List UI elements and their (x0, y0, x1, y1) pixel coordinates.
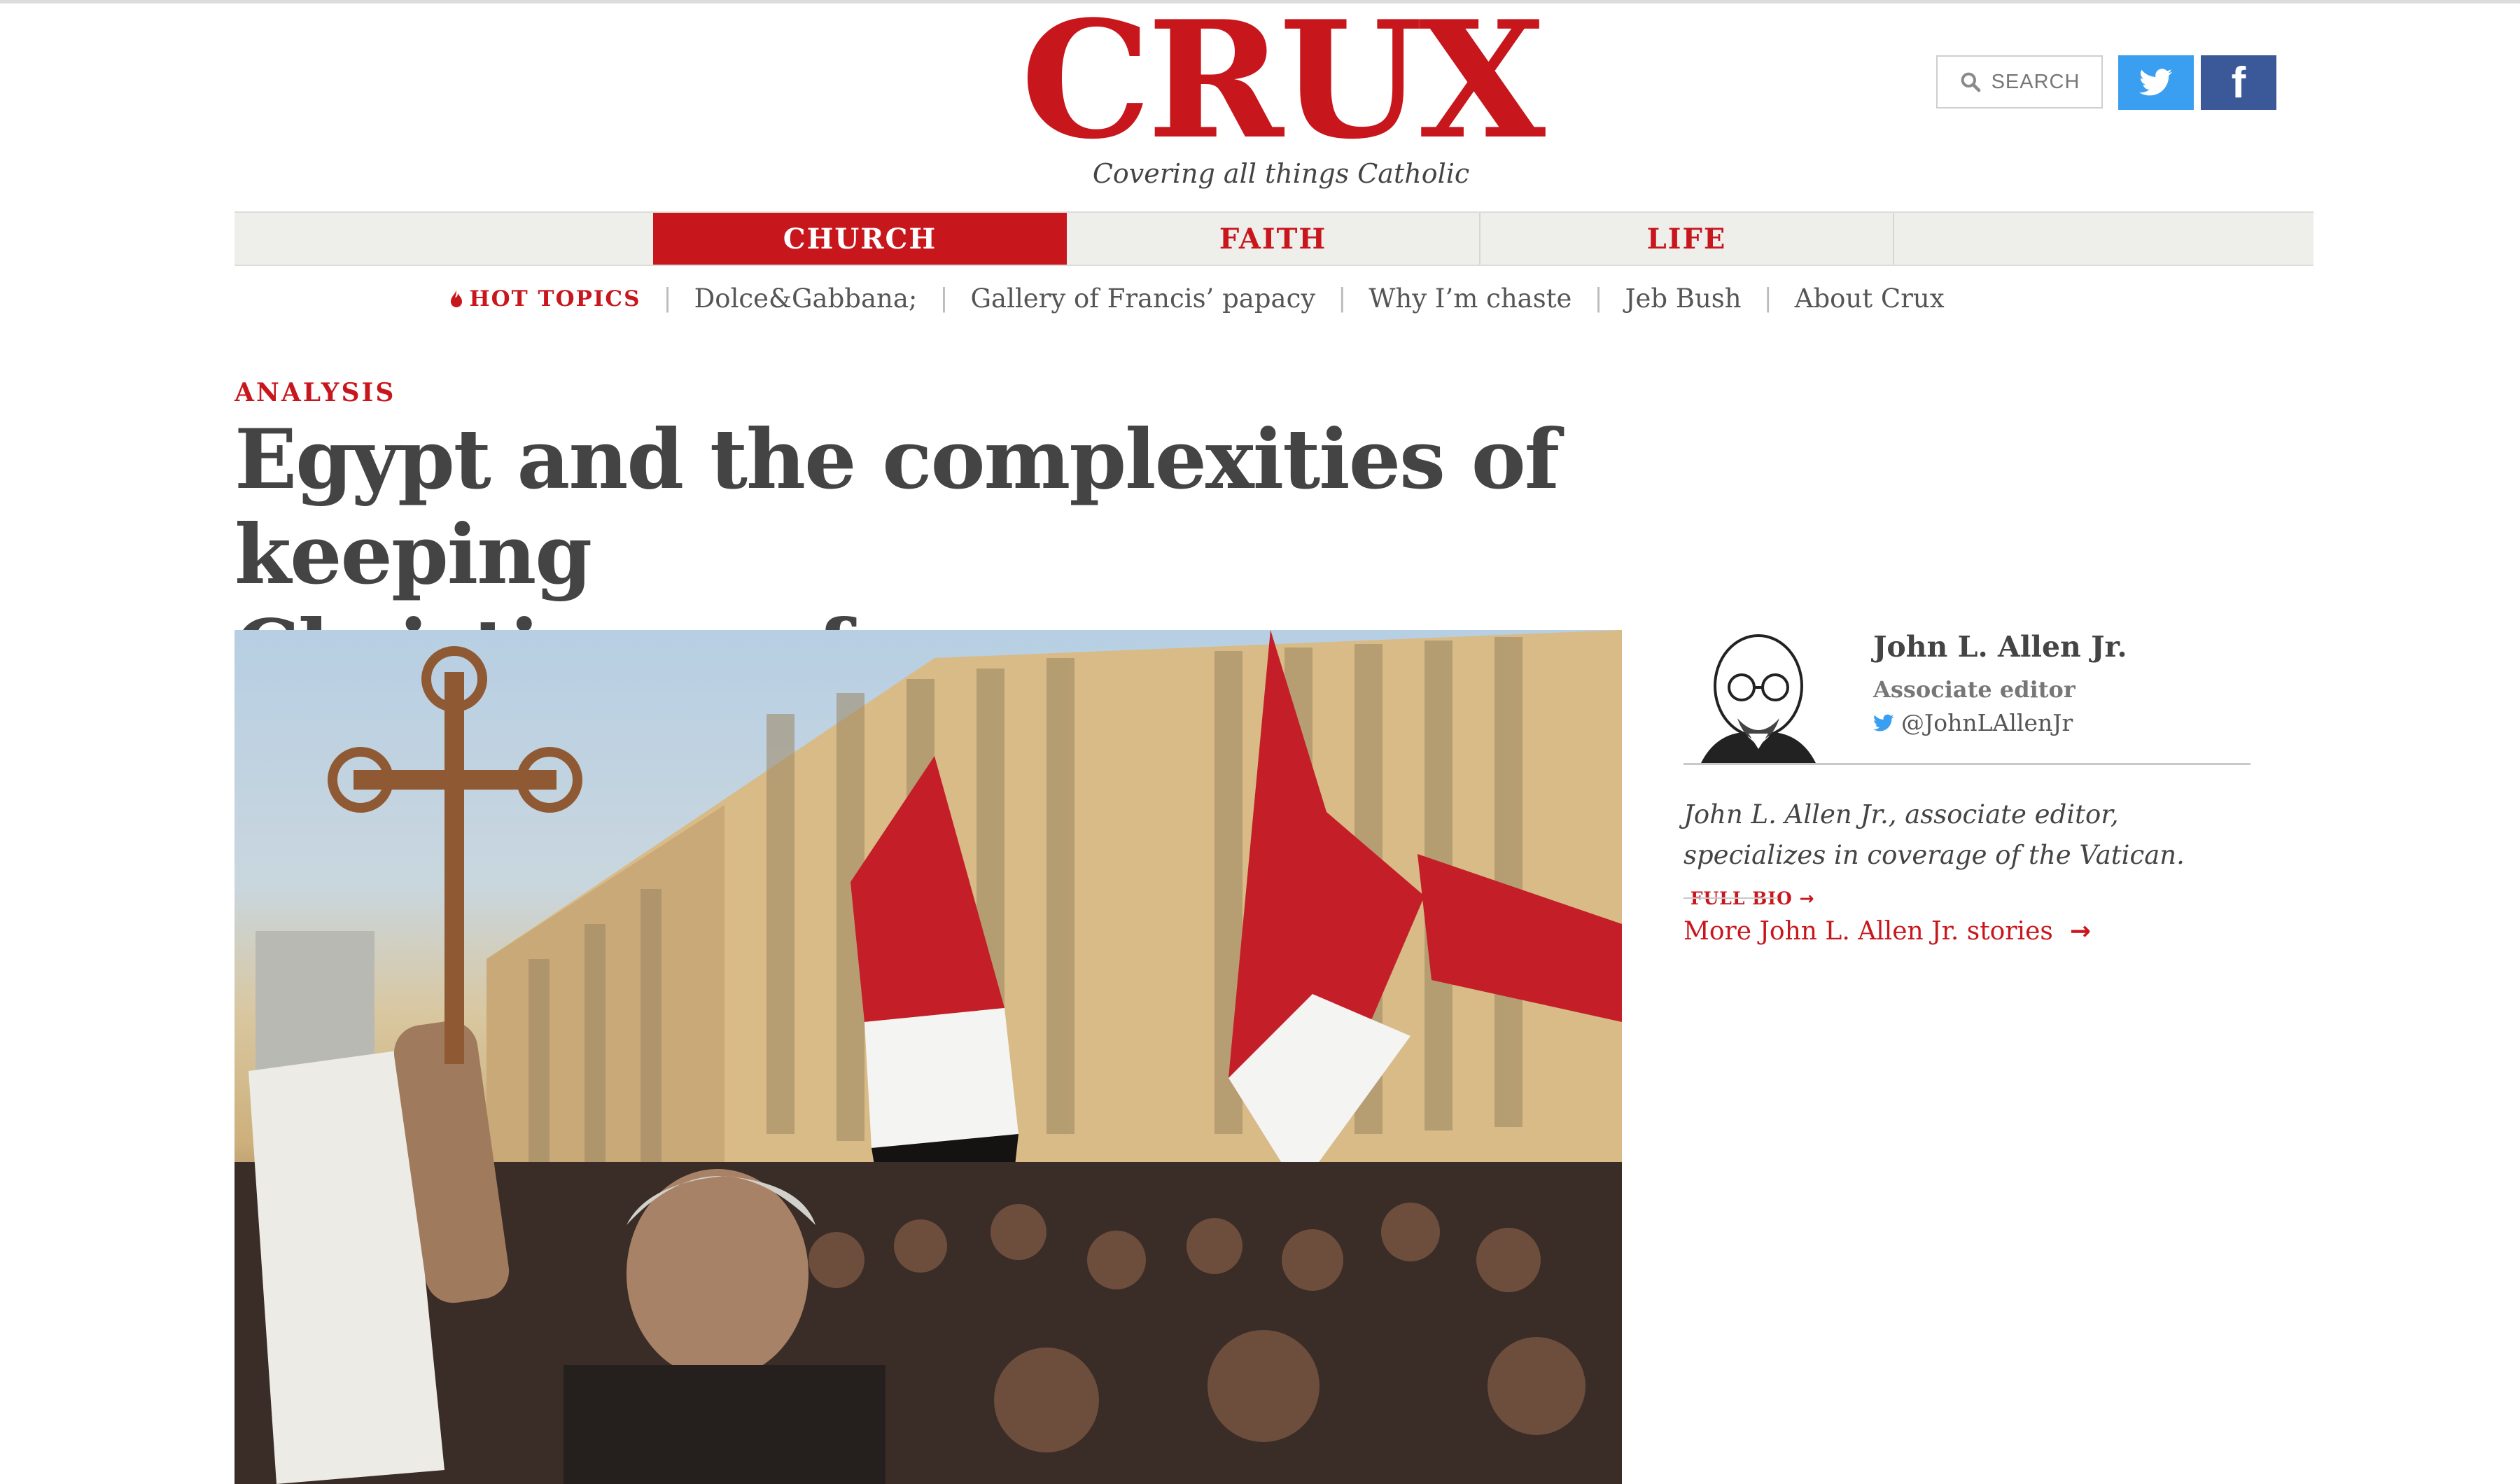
twitter-bird-icon (2139, 69, 2173, 96)
divider (1684, 897, 1778, 899)
divider: | (1594, 284, 1603, 313)
article-kicker[interactable]: ANALYSIS (234, 378, 396, 407)
author-handle-text: @JohnLAllenJr (1901, 709, 2073, 736)
author-twitter-link[interactable]: @JohnLAllenJr (1873, 709, 2073, 736)
hot-topic-link[interactable]: Dolce&Gabbana; (694, 284, 918, 314)
hero-photo-illustration (234, 630, 1622, 1484)
logo-wordmark[interactable]: CRUX (1002, 0, 1560, 161)
more-stories-link[interactable]: More John L. Allen Jr. stories → (1684, 917, 2091, 946)
tab-faith[interactable]: FAITH (1067, 213, 1480, 265)
facebook-icon: f (2231, 58, 2246, 107)
author-role: Associate editor (1873, 676, 2076, 703)
hero-photo[interactable] (234, 630, 1622, 1484)
arrow-right-icon: → (2061, 917, 2092, 946)
search-button[interactable]: SEARCH (1936, 55, 2103, 108)
hot-topics-bar: HOT TOPICS | Dolce&Gabbana; | Gallery of… (0, 284, 2520, 314)
site-logo[interactable]: CRUX Covering all things Catholic (1008, 0, 1554, 189)
tab-church[interactable]: CHURCH (653, 213, 1067, 265)
search-label: SEARCH (1991, 70, 2080, 93)
main-nav: CHURCH FAITH LIFE (234, 211, 2314, 266)
divider (1684, 763, 2250, 765)
divider: | (939, 284, 948, 313)
author-avatar[interactable] (1680, 629, 1834, 763)
facebook-button[interactable]: f (2201, 55, 2276, 110)
hot-topic-link[interactable]: Jeb Bush (1625, 284, 1742, 314)
hot-topic-link[interactable]: Gallery of Francis’ papacy (971, 284, 1316, 314)
author-bio: John L. Allen Jr., associate editor, spe… (1684, 794, 2264, 919)
more-stories-label: More John L. Allen Jr. stories (1684, 917, 2053, 946)
divider: | (663, 284, 672, 313)
tab-life[interactable]: LIFE (1480, 213, 1894, 265)
hot-topic-link[interactable]: Why I’m chaste (1368, 284, 1572, 314)
twitter-bird-icon (1873, 714, 1894, 731)
arrow-right-icon: → (1799, 888, 1815, 909)
hot-topic-link[interactable]: About Crux (1795, 284, 1945, 314)
search-icon (1961, 72, 1980, 92)
hot-topics-text: HOT TOPICS (469, 286, 641, 312)
divider: | (1338, 284, 1347, 313)
author-bio-text: John L. Allen Jr., associate editor, spe… (1684, 799, 2185, 870)
headline-line: Egypt and the complexities of keeping (234, 411, 1560, 603)
hot-topics-label: HOT TOPICS (449, 286, 640, 312)
divider: | (1763, 284, 1772, 313)
flame-icon (451, 288, 463, 307)
author-name[interactable]: John L. Allen Jr. (1873, 630, 2127, 664)
twitter-button[interactable] (2118, 55, 2194, 110)
